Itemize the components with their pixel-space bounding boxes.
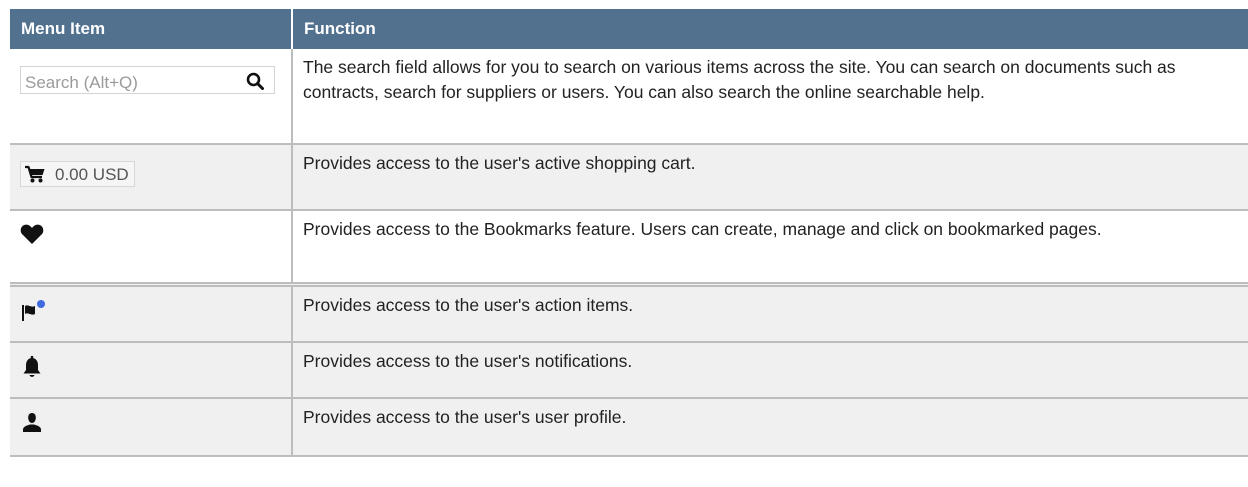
table-row: Provides access to the user's notificati…	[10, 342, 1248, 399]
heart-icon[interactable]	[20, 223, 44, 245]
table-header-row: Menu Item Function	[10, 9, 1248, 49]
search-field[interactable]: Search (Alt+Q)	[20, 66, 275, 94]
action-items-button[interactable]	[20, 299, 281, 325]
cart-amount: 0.00 USD	[55, 164, 129, 184]
flag-icon[interactable]	[20, 299, 48, 325]
header-menu-item: Menu Item	[10, 9, 293, 49]
menu-item-cell	[10, 210, 293, 287]
cart-button[interactable]: 0.00 USD	[20, 161, 135, 187]
menu-item-cell	[10, 342, 293, 399]
menu-item-cell: 0.00 USD	[10, 144, 293, 211]
table-row: Provides access to the user's action ite…	[10, 284, 1248, 343]
header-function: Function	[292, 9, 1248, 49]
user-profile-button[interactable]	[20, 411, 281, 437]
notification-dot	[37, 299, 45, 308]
function-cell: Provides access to the user's action ite…	[292, 284, 1248, 343]
bell-icon[interactable]	[20, 355, 44, 379]
table-row: 0.00 USD Provides access to the user's a…	[10, 144, 1248, 211]
function-cell: Provides access to the user's active sho…	[292, 144, 1248, 211]
bookmarks-button[interactable]	[20, 223, 281, 249]
function-cell: The search field allows for you to searc…	[292, 49, 1248, 145]
function-cell: Provides access to the Bookmarks feature…	[292, 210, 1248, 287]
function-cell: Provides access to the user's user profi…	[292, 398, 1248, 457]
table-row: Provides access to the Bookmarks feature…	[10, 210, 1248, 287]
menu-item-cell	[10, 284, 293, 343]
menu-item-cell	[10, 398, 293, 457]
user-icon[interactable]	[20, 411, 44, 435]
table-row: Search (Alt+Q) The search field allows f…	[10, 49, 1248, 145]
function-cell: Provides access to the user's notificati…	[292, 342, 1248, 399]
shopping-cart-icon	[25, 165, 45, 183]
search-icon[interactable]	[246, 72, 264, 90]
menu-items-table: Menu Item Function Search (Alt+Q) The se…	[10, 9, 1248, 457]
search-placeholder: Search (Alt+Q)	[25, 73, 138, 92]
table-row: Provides access to the user's user profi…	[10, 398, 1248, 457]
menu-item-cell: Search (Alt+Q)	[10, 49, 293, 145]
notifications-button[interactable]	[20, 355, 281, 381]
